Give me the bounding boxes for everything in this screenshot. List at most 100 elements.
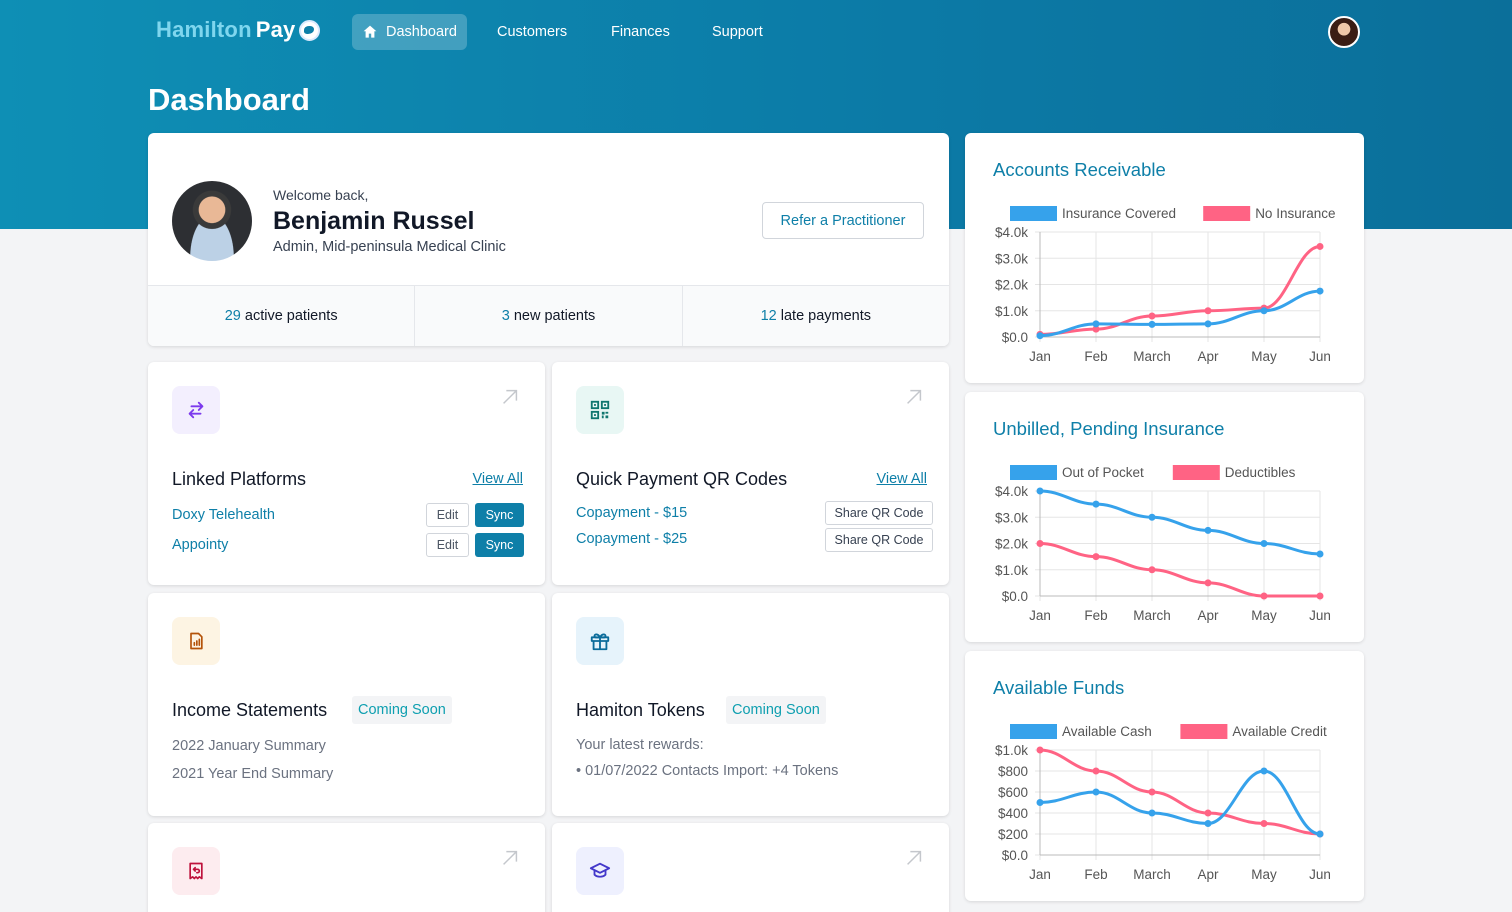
y-tick-label: $800 (998, 764, 1028, 779)
stat-active-patients[interactable]: 29 active patients (148, 286, 414, 346)
stat-number: 12 (760, 308, 777, 324)
legend-item[interactable]: Available Cash (1010, 724, 1152, 739)
data-point[interactable] (1036, 487, 1044, 495)
x-tick-label: Jun (1309, 349, 1331, 364)
x-tick-label: Jan (1029, 608, 1051, 623)
x-tick-label: Apr (1197, 867, 1219, 882)
data-point[interactable] (1316, 287, 1324, 295)
data-point[interactable] (1092, 553, 1100, 561)
data-point[interactable] (1260, 592, 1268, 600)
data-point[interactable] (1316, 592, 1324, 600)
data-point[interactable] (1260, 540, 1268, 547)
home-icon (363, 25, 377, 38)
logo[interactable]: Hamilton Pay (156, 17, 321, 43)
x-tick-label: Jan (1029, 867, 1051, 882)
data-point[interactable] (1148, 566, 1156, 574)
y-tick-label: $3.0k (995, 510, 1028, 525)
income-item-jan-2022[interactable]: 2022 January Summary (172, 738, 326, 754)
legend-swatch (1010, 206, 1057, 221)
stat-new-patients[interactable]: 3 new patients (414, 286, 681, 346)
data-point[interactable] (1036, 746, 1044, 754)
data-point[interactable] (1148, 809, 1156, 817)
share-qr-25-button[interactable]: Share QR Code (825, 528, 933, 552)
nav-customers[interactable]: Customers (487, 14, 577, 50)
nav-support[interactable]: Support (702, 14, 773, 50)
legend-item[interactable]: Out of Pocket (1010, 465, 1144, 480)
unbilled-pending-chart: Out of Pocket Deductibles $4.0k $3.0k $2.0k $… (995, 465, 1331, 623)
stat-label: new patients (513, 308, 596, 324)
linked-view-all-link[interactable]: View All (472, 471, 523, 487)
data-point[interactable] (1148, 513, 1156, 521)
arrow-up-right-icon[interactable] (499, 386, 521, 408)
qr-codes-title: Quick Payment QR Codes (576, 469, 788, 489)
data-point[interactable] (1148, 320, 1156, 328)
legend-label: Available Cash (1062, 724, 1152, 739)
data-point[interactable] (1092, 320, 1100, 328)
platform-link-appointy[interactable]: Appointy (172, 537, 228, 553)
linked-platforms-card: Linked Platforms View All Doxy Telehealt… (148, 362, 545, 585)
data-point[interactable] (1036, 799, 1044, 806)
qr-item-copay-15[interactable]: Copayment - $15 (576, 505, 687, 521)
logo-text-right: Pay (255, 17, 296, 42)
profile-avatar (172, 181, 252, 261)
arrow-up-right-icon[interactable] (903, 847, 925, 869)
x-tick-label: May (1251, 349, 1277, 364)
data-point[interactable] (1260, 820, 1268, 827)
legend-label: Deductibles (1225, 465, 1296, 480)
platform-link-doxy[interactable]: Doxy Telehealth (172, 507, 275, 523)
legend-label: Insurance Covered (1062, 206, 1176, 221)
data-point[interactable] (1316, 242, 1324, 250)
user-avatar[interactable] (1328, 16, 1360, 48)
edit-doxy-button[interactable]: Edit (426, 503, 469, 527)
data-point[interactable] (1316, 550, 1324, 558)
sync-appointy-button[interactable]: Sync (475, 533, 524, 557)
legend-item[interactable]: Deductibles (1172, 465, 1296, 480)
share-qr-15-button[interactable]: Share QR Code (825, 501, 933, 525)
data-point[interactable] (1204, 320, 1212, 328)
y-tick-label: $400 (998, 806, 1028, 821)
data-point[interactable] (1204, 820, 1212, 827)
y-tick-label: $0.0 (1002, 589, 1028, 604)
nav-support-label: Support (712, 24, 763, 40)
x-tick-label: March (1133, 608, 1171, 623)
nav-dashboard[interactable]: Dashboard (352, 14, 467, 50)
data-point[interactable] (1092, 767, 1100, 775)
data-point[interactable] (1148, 788, 1156, 796)
edit-appointy-button[interactable]: Edit (426, 533, 469, 557)
linked-platforms-title: Linked Platforms (172, 469, 307, 489)
x-tick-label: March (1133, 349, 1171, 364)
stat-number: 29 (224, 308, 241, 324)
arrow-up-right-icon[interactable] (499, 847, 521, 869)
arrow-up-right-icon[interactable] (903, 386, 925, 408)
data-point[interactable] (1036, 540, 1044, 547)
legend-item[interactable]: Available Credit (1180, 724, 1327, 739)
data-point[interactable] (1148, 312, 1156, 320)
income-item-2021-year-end[interactable]: 2021 Year End Summary (172, 766, 333, 782)
data-point[interactable] (1260, 307, 1268, 315)
qr-view-all-link[interactable]: View All (876, 471, 927, 487)
x-tick-label: Feb (1084, 608, 1107, 623)
data-point[interactable] (1204, 307, 1212, 315)
gift-icon (576, 617, 624, 665)
qr-code-icon (576, 386, 624, 434)
data-point[interactable] (1316, 830, 1324, 838)
document-chart-icon (172, 617, 220, 665)
data-point[interactable] (1092, 788, 1100, 796)
legend-item[interactable]: Insurance Covered (1010, 206, 1176, 221)
tokens-title: Hamiton Tokens (576, 700, 705, 720)
data-point[interactable] (1204, 579, 1212, 587)
accounts-receivable-card: Accounts Receivable Insurance Covered No … (965, 133, 1364, 383)
qr-item-copay-25[interactable]: Copayment - $25 (576, 531, 687, 547)
data-point[interactable] (1204, 809, 1212, 817)
legend-label: Out of Pocket (1062, 465, 1144, 480)
sync-doxy-button[interactable]: Sync (475, 503, 524, 527)
stat-late-payments[interactable]: 12 late payments (681, 286, 949, 346)
nav-finances[interactable]: Finances (601, 14, 680, 50)
data-point[interactable] (1204, 526, 1212, 534)
refer-practitioner-button[interactable]: Refer a Practitioner (762, 202, 924, 239)
data-point[interactable] (1036, 332, 1044, 340)
data-point[interactable] (1092, 500, 1100, 508)
legend-item[interactable]: No Insurance (1203, 206, 1335, 221)
data-point[interactable] (1260, 767, 1268, 775)
x-tick-label: May (1251, 867, 1277, 882)
